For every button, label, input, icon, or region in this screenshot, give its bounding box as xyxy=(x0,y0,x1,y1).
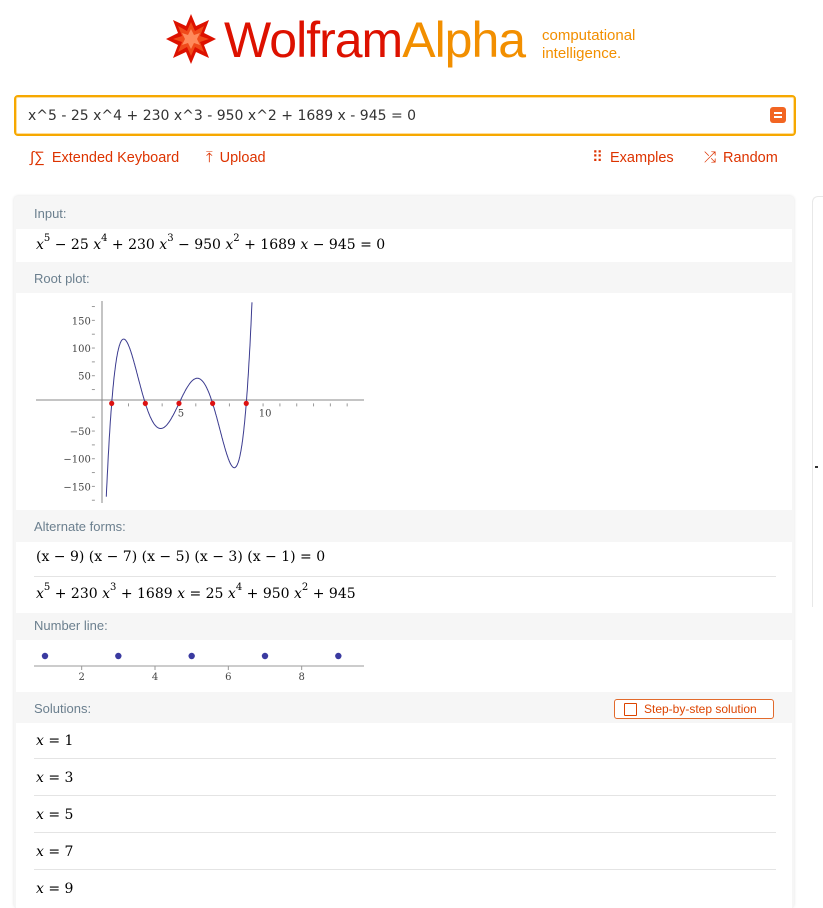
y-tick-label: −50 xyxy=(70,427,91,438)
header: WolframAlpha computational intelligence. xyxy=(0,0,823,88)
random-button[interactable]: ⤮ Random xyxy=(704,146,778,170)
number-line-tick-label: 6 xyxy=(225,672,231,683)
input-pod-title: Input: xyxy=(34,206,67,221)
rearranged-form: x5 + 230 x3 + 1689 x = 25 x4 + 950 x2 + … xyxy=(36,582,356,602)
results-panel: Input: x5 − 25 x4 + 230 x3 − 950 x2 + 16… xyxy=(14,196,794,908)
search-input[interactable] xyxy=(28,97,748,134)
examples-label: Examples xyxy=(610,150,674,166)
extended-keyboard-button[interactable]: ∫∑ Extended Keyboard xyxy=(30,146,179,170)
root-point xyxy=(109,400,115,406)
upload-icon: ⤒ xyxy=(206,149,213,166)
x-tick-label: 5 xyxy=(178,408,184,419)
y-tick-label: −150 xyxy=(63,482,90,493)
upload-button[interactable]: ⤒ Upload xyxy=(206,146,266,170)
number-line-tick-label: 4 xyxy=(152,672,158,683)
divider xyxy=(34,869,776,870)
compute-button-icon[interactable] xyxy=(770,107,786,123)
input-expression: x5 − 25 x4 + 230 x3 − 950 x2 + 1689 x − … xyxy=(36,233,386,253)
examples-button[interactable]: ⠿ Examples xyxy=(592,146,674,170)
number-line-tick-label: 8 xyxy=(298,672,304,683)
search-box xyxy=(14,95,796,136)
alternate-forms-pod-title: Alternate forms: xyxy=(34,519,126,534)
sidebar-marker xyxy=(815,466,818,468)
root-plot: 5 10 150 100 50 −50 −100 −150 xyxy=(36,301,364,503)
x-tick-label: 10 xyxy=(259,408,272,419)
extended-keyboard-label: Extended Keyboard xyxy=(51,150,180,166)
solution-3: x = 5 xyxy=(36,807,74,823)
extended-keyboard-icon: ∫∑ xyxy=(30,149,45,166)
root-points xyxy=(109,400,249,406)
plot-grid-ticks xyxy=(91,306,348,501)
number-line-points xyxy=(41,652,342,660)
number-line-point xyxy=(41,652,49,660)
examples-grid-icon: ⠿ xyxy=(592,149,603,166)
upload-label: Upload xyxy=(219,150,266,166)
alternate-forms-pod-body: (x − 9) (x − 7) (x − 5) (x − 3) (x − 1) … xyxy=(16,542,792,613)
divider xyxy=(34,576,776,577)
sidebar-edge xyxy=(812,196,823,607)
solutions-pod-title: Solutions: xyxy=(34,701,92,716)
input-pod-body: x5 − 25 x4 + 230 x3 − 950 x2 + 1689 x − … xyxy=(16,229,792,262)
step-by-step-check-icon xyxy=(624,703,637,716)
random-label: Random xyxy=(723,150,778,166)
logo-wolfram: Wolfram xyxy=(224,12,403,68)
step-by-step-label: Step-by-step solution xyxy=(644,702,757,716)
root-point xyxy=(243,400,249,406)
y-tick-label: −100 xyxy=(63,455,90,466)
solution-4: x = 7 xyxy=(36,844,74,860)
factored-form: (x − 9) (x − 7) (x − 5) (x − 3) (x − 1) … xyxy=(36,549,326,565)
y-tick-label: 50 xyxy=(78,372,91,383)
logo-alpha: Alpha xyxy=(402,12,526,68)
tagline-line2: intelligence. xyxy=(542,45,622,62)
tick-labels: 5 10 150 100 50 −50 −100 −150 xyxy=(63,316,271,493)
step-by-step-solution-button[interactable]: Step-by-step solution xyxy=(614,699,774,719)
divider xyxy=(34,758,776,759)
wolfram-alpha-logo[interactable]: WolframAlpha xyxy=(224,10,526,70)
solution-1: x = 1 xyxy=(36,733,74,749)
divider xyxy=(34,832,776,833)
number-line-ticks: 2 4 6 8 xyxy=(78,666,305,683)
number-line-pod-title: Number line: xyxy=(34,618,108,633)
number-line-tick-label: 2 xyxy=(78,672,84,683)
number-line-pod-body: 2 4 6 8 xyxy=(16,640,792,692)
solution-5: x = 9 xyxy=(36,881,74,897)
y-tick-label: 150 xyxy=(72,316,91,327)
divider xyxy=(34,795,776,796)
random-shuffle-icon: ⤮ xyxy=(704,149,717,166)
solution-2: x = 3 xyxy=(36,770,74,786)
root-plot-pod-title: Root plot: xyxy=(34,271,90,286)
tagline-line1: computational xyxy=(542,27,636,44)
logo-tagline: computational intelligence. xyxy=(542,27,635,63)
root-plot-pod-body: 5 10 150 100 50 −50 −100 −150 xyxy=(16,293,792,510)
number-line-point xyxy=(115,652,122,660)
solutions-pod-body: x = 1 x = 3 x = 5 x = 7 x = 9 xyxy=(16,723,792,908)
root-point xyxy=(176,400,182,406)
number-line-point xyxy=(261,652,269,660)
number-line-point xyxy=(335,652,342,660)
root-point xyxy=(210,400,216,406)
number-line-point xyxy=(188,652,195,660)
number-line: 2 4 6 8 xyxy=(34,652,364,683)
wolfram-spikey-logo-icon[interactable] xyxy=(164,12,218,66)
root-point xyxy=(142,400,148,406)
y-tick-label: 100 xyxy=(72,344,91,355)
